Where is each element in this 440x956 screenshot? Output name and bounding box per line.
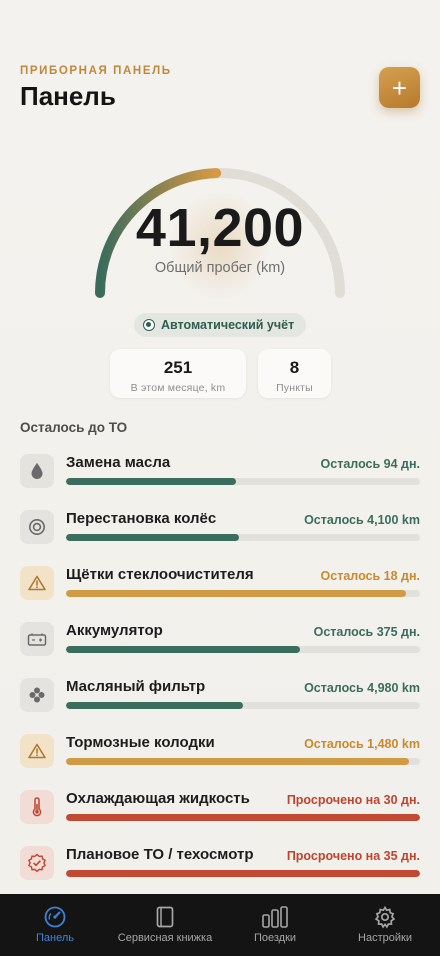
tab-service-book-label: Сервисная книжка xyxy=(117,932,213,944)
monthly-distance-value: 251 xyxy=(163,358,193,377)
tab-settings-label: Настройки xyxy=(358,932,412,944)
monthly-distance-label: В этом месяце, km xyxy=(130,382,226,394)
tab-bar: Панель Сервисная книжка Поездки Настройк… xyxy=(0,894,440,956)
maintenance-item[interactable]: Перестановка колёс Осталось 4,100 km xyxy=(20,508,420,548)
item-name: Охлаждающая жидкость xyxy=(66,790,250,807)
item-name: Щётки стеклоочистителя xyxy=(66,566,254,583)
tab-settings[interactable]: Настройки xyxy=(335,894,435,956)
maintenance-item[interactable]: Плановое ТО / техосмотр Просрочено на 35 … xyxy=(20,844,420,884)
item-progress-track xyxy=(66,702,420,709)
gauge-icon xyxy=(44,906,66,928)
item-name: Замена масла xyxy=(66,454,171,471)
maintenance-item[interactable]: Масляный фильтр Осталось 4,980 km xyxy=(20,676,420,716)
tab-trips[interactable]: Поездки xyxy=(225,894,325,956)
odometer-value: 41,200 xyxy=(135,198,305,258)
item-progress-track xyxy=(66,646,420,653)
tab-dashboard[interactable]: Панель xyxy=(5,894,105,956)
item-status: Осталось 18 дн. xyxy=(320,569,420,583)
item-progress-track xyxy=(66,478,420,485)
tab-dashboard-label: Панель xyxy=(35,932,74,944)
warning-icon xyxy=(20,734,54,768)
page-title: Панель xyxy=(20,81,116,111)
items-count-label: Пункты xyxy=(276,382,313,394)
maintenance-item[interactable]: Аккумулятор Осталось 375 дн. xyxy=(20,620,420,660)
tire-icon xyxy=(20,510,54,544)
section-title: Осталось до ТО xyxy=(20,420,128,435)
gear-icon xyxy=(374,905,396,929)
item-progress-fill xyxy=(66,758,410,765)
page-overline: ПРИБОРНАЯ ПАНЕЛЬ xyxy=(20,65,172,77)
maintenance-item[interactable]: Охлаждающая жидкость Просрочено на 30 дн. xyxy=(20,788,420,828)
badge-check-icon xyxy=(20,846,54,880)
bars-icon xyxy=(262,906,288,928)
tab-service-book[interactable]: Сервисная книжка xyxy=(110,894,220,956)
item-status: Осталось 375 дн. xyxy=(313,625,420,639)
thermometer-icon xyxy=(20,790,54,824)
item-progress-track xyxy=(66,758,420,765)
item-status: Осталось 4,980 km xyxy=(304,681,420,695)
add-button[interactable]: + xyxy=(379,67,420,108)
battery-icon xyxy=(20,622,54,656)
plus-icon: + xyxy=(391,72,408,103)
items-count-value: 8 xyxy=(289,358,300,377)
item-status: Просрочено на 35 дн. xyxy=(286,849,420,863)
item-name: Тормозные колодки xyxy=(66,734,215,751)
book-icon xyxy=(156,906,174,928)
maintenance-item[interactable]: Тормозные колодки Осталось 1,480 km xyxy=(20,732,420,772)
warning-icon xyxy=(20,566,54,600)
item-progress-track xyxy=(66,870,420,877)
item-progress-fill xyxy=(66,590,406,597)
item-name: Аккумулятор xyxy=(66,622,163,639)
auto-tracking-chip[interactable]: Автоматический учёт xyxy=(134,313,306,337)
auto-tracking-label: Автоматический учёт xyxy=(161,318,295,332)
items-count-card: 8 Пункты xyxy=(258,349,331,398)
item-name: Плановое ТО / техосмотр xyxy=(66,846,254,863)
drop-icon xyxy=(20,454,54,488)
maintenance-item[interactable]: Замена масла Осталось 94 дн. xyxy=(20,452,420,492)
item-name: Масляный фильтр xyxy=(66,678,206,695)
item-status: Осталось 94 дн. xyxy=(320,457,420,471)
item-progress-fill xyxy=(66,534,240,541)
monthly-distance-card: 251 В этом месяце, km xyxy=(110,349,246,398)
item-status: Просрочено на 30 дн. xyxy=(286,793,420,807)
item-status: Осталось 4,100 km xyxy=(304,513,420,527)
item-progress-fill xyxy=(66,870,420,877)
item-progress-track xyxy=(66,534,420,541)
item-status: Осталось 1,480 km xyxy=(304,737,420,751)
tab-trips-label: Поездки xyxy=(253,932,297,944)
item-progress-track xyxy=(66,814,420,821)
dashboard-screen: ПРИБОРНАЯ ПАНЕЛЬ Панель + 41,200 Общий п… xyxy=(0,0,440,956)
item-progress-fill xyxy=(66,646,300,653)
item-progress-track xyxy=(66,590,420,597)
radio-dot-icon xyxy=(143,319,155,331)
item-name: Перестановка колёс xyxy=(66,510,217,527)
filter-icon xyxy=(20,678,54,712)
maintenance-item[interactable]: Щётки стеклоочистителя Осталось 18 дн. xyxy=(20,564,420,604)
odometer-label: Общий пробег (km) xyxy=(154,260,286,276)
item-progress-fill xyxy=(66,478,236,485)
item-progress-fill xyxy=(66,814,420,821)
item-progress-fill xyxy=(66,702,243,709)
